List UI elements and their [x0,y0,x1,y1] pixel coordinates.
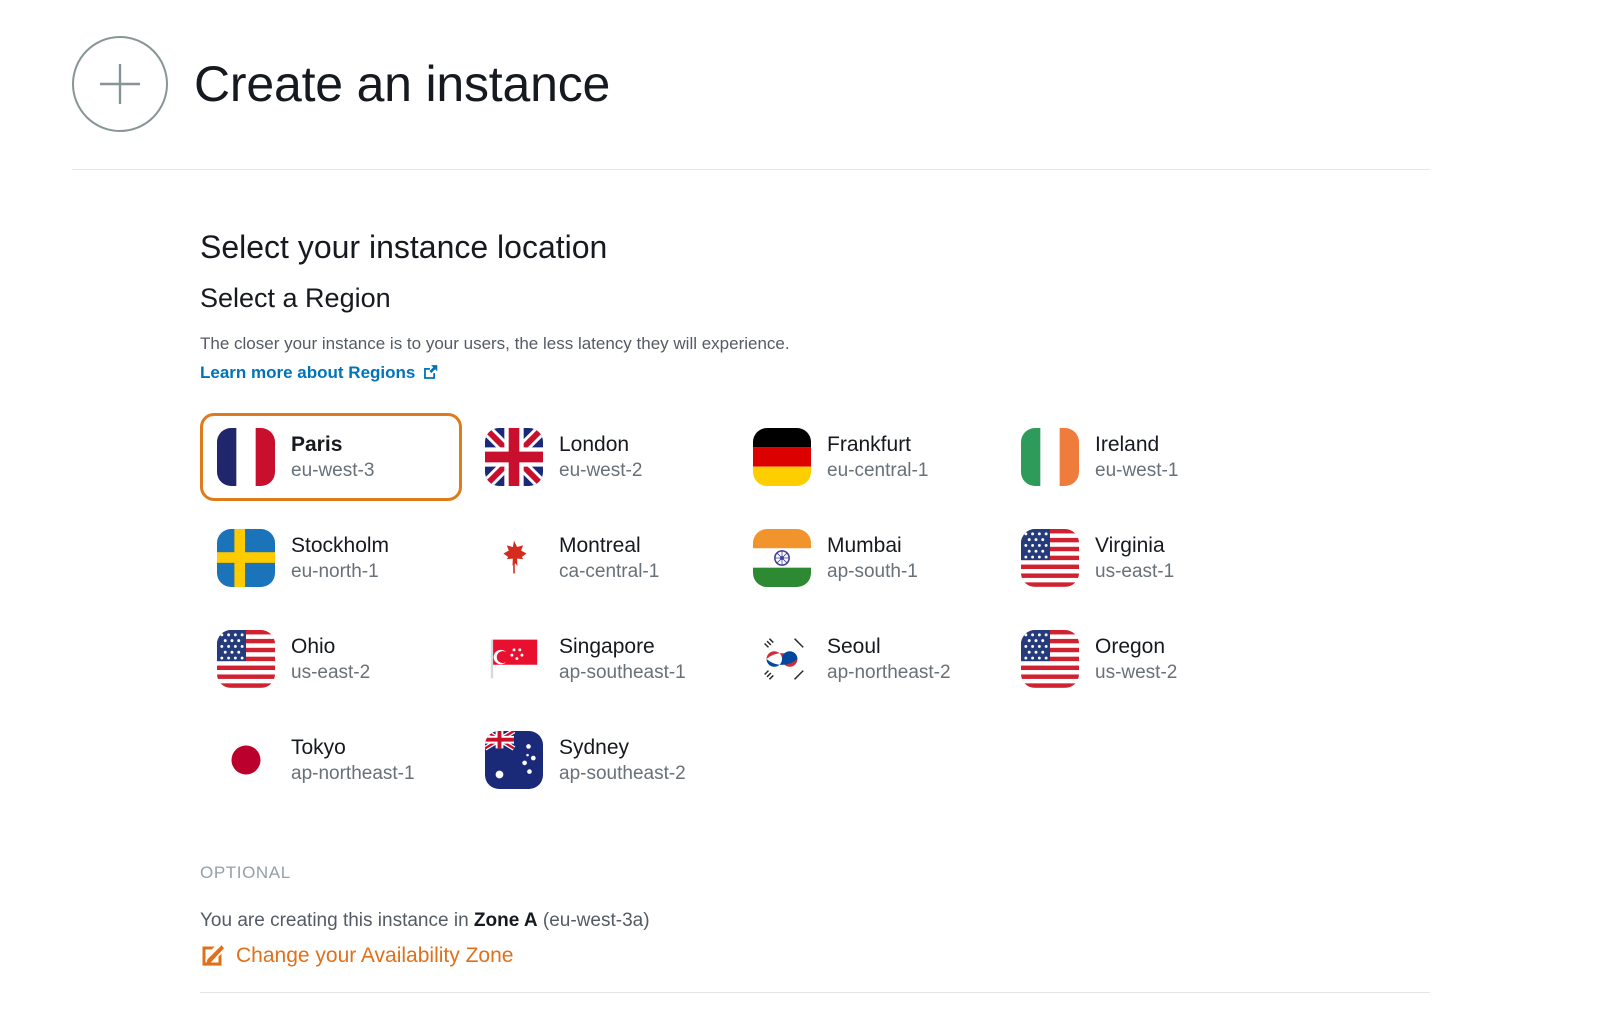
region-text: Paris eu-west-3 [291,433,374,482]
region-name: Frankfurt [827,433,928,457]
flag-france-icon [217,428,275,486]
region-code: ap-southeast-1 [559,662,686,684]
zone-name: Zone A [474,910,538,931]
optional-section: OPTIONAL You are creating this instance … [200,863,1600,973]
region-card-eu-central-1[interactable]: Frankfurt eu-central-1 [736,413,998,501]
flag-united-kingdom-icon [485,428,543,486]
zone-text-prefix: You are creating this instance in [200,910,474,931]
region-code: eu-central-1 [827,460,928,482]
region-name: Seoul [827,635,951,659]
region-name: Ireland [1095,433,1178,457]
region-text: Ohio us-east-2 [291,635,370,684]
flag-singapore-icon [485,630,543,688]
flag-japan-icon [217,731,275,789]
flag-united-states-icon [1021,529,1079,587]
region-text: Singapore ap-southeast-1 [559,635,686,684]
region-code: eu-west-1 [1095,460,1178,482]
plus-circle-icon[interactable] [72,36,168,132]
region-code: ap-northeast-1 [291,763,415,785]
region-name: Sydney [559,736,686,760]
region-name: Oregon [1095,635,1177,659]
region-card-eu-west-1[interactable]: Ireland eu-west-1 [1004,413,1266,501]
external-link-icon [422,364,439,381]
availability-zone-text: You are creating this instance in Zone A… [200,909,1600,934]
region-code: eu-north-1 [291,561,389,583]
section-title: Select your instance location [200,228,1600,266]
region-card-ca-central-1[interactable]: Montreal ca-central-1 [468,514,730,602]
region-name: London [559,433,642,457]
region-name: Paris [291,433,374,457]
flag-germany-icon [753,428,811,486]
optional-label: OPTIONAL [200,863,1600,883]
region-card-eu-west-2[interactable]: London eu-west-2 [468,413,730,501]
region-name: Stockholm [291,534,389,558]
region-code: ap-south-1 [827,561,918,583]
region-text: Stockholm eu-north-1 [291,534,389,583]
region-name: Tokyo [291,736,415,760]
flag-ireland-icon [1021,428,1079,486]
region-text: Seoul ap-northeast-2 [827,635,951,684]
region-name: Montreal [559,534,659,558]
change-zone-label: Change your Availability Zone [236,944,513,968]
flag-india-icon [753,529,811,587]
region-card-eu-north-1[interactable]: Stockholm eu-north-1 [200,514,462,602]
region-text: Mumbai ap-south-1 [827,534,918,583]
region-code: us-east-1 [1095,561,1174,583]
region-name: Ohio [291,635,370,659]
section-subtitle: Select a Region [200,282,1600,314]
region-text: Tokyo ap-northeast-1 [291,736,415,785]
page-header: Create an instance [0,0,1600,132]
region-text: Virginia us-east-1 [1095,534,1174,583]
region-code: eu-west-2 [559,460,642,482]
region-card-ap-northeast-2[interactable]: Seoul ap-northeast-2 [736,615,998,703]
instance-location-section: Select your instance location Select a R… [0,170,1600,973]
flag-sweden-icon [217,529,275,587]
flag-canada-icon [485,529,543,587]
region-card-us-west-2[interactable]: Oregon us-west-2 [1004,615,1266,703]
region-text: Frankfurt eu-central-1 [827,433,928,482]
flag-united-states-icon [1021,630,1079,688]
flag-australia-icon [485,731,543,789]
region-text: Sydney ap-southeast-2 [559,736,686,785]
flag-united-states-icon [217,630,275,688]
footer-divider [200,992,1430,993]
region-code: eu-west-3 [291,460,374,482]
region-name: Singapore [559,635,686,659]
region-grid: Paris eu-west-3 London eu-west-2 Frankfurt e… [200,407,1290,811]
edit-pencil-icon [200,944,224,968]
region-card-us-east-2[interactable]: Ohio us-east-2 [200,615,462,703]
flag-south-korea-icon [753,630,811,688]
change-availability-zone-link[interactable]: Change your Availability Zone [200,944,513,968]
region-code: us-west-2 [1095,662,1177,684]
region-card-ap-south-1[interactable]: Mumbai ap-south-1 [736,514,998,602]
region-code: ap-northeast-2 [827,662,951,684]
region-text: Montreal ca-central-1 [559,534,659,583]
page-title: Create an instance [194,58,610,111]
region-name: Virginia [1095,534,1174,558]
region-code: ap-southeast-2 [559,763,686,785]
region-card-us-east-1[interactable]: Virginia us-east-1 [1004,514,1266,602]
region-text: London eu-west-2 [559,433,642,482]
region-card-eu-west-3[interactable]: Paris eu-west-3 [200,413,462,501]
region-text: Oregon us-west-2 [1095,635,1177,684]
region-code: us-east-2 [291,662,370,684]
region-card-ap-southeast-1[interactable]: Singapore ap-southeast-1 [468,615,730,703]
region-code: ca-central-1 [559,561,659,583]
region-card-ap-southeast-2[interactable]: Sydney ap-southeast-2 [468,716,730,804]
region-card-ap-northeast-1[interactable]: Tokyo ap-northeast-1 [200,716,462,804]
region-text: Ireland eu-west-1 [1095,433,1178,482]
learn-more-label: Learn more about Regions [200,363,415,383]
section-description: The closer your instance is to your user… [200,333,1600,355]
learn-more-regions-link[interactable]: Learn more about Regions [200,363,439,383]
zone-text-suffix: (eu-west-3a) [538,910,650,931]
region-name: Mumbai [827,534,918,558]
